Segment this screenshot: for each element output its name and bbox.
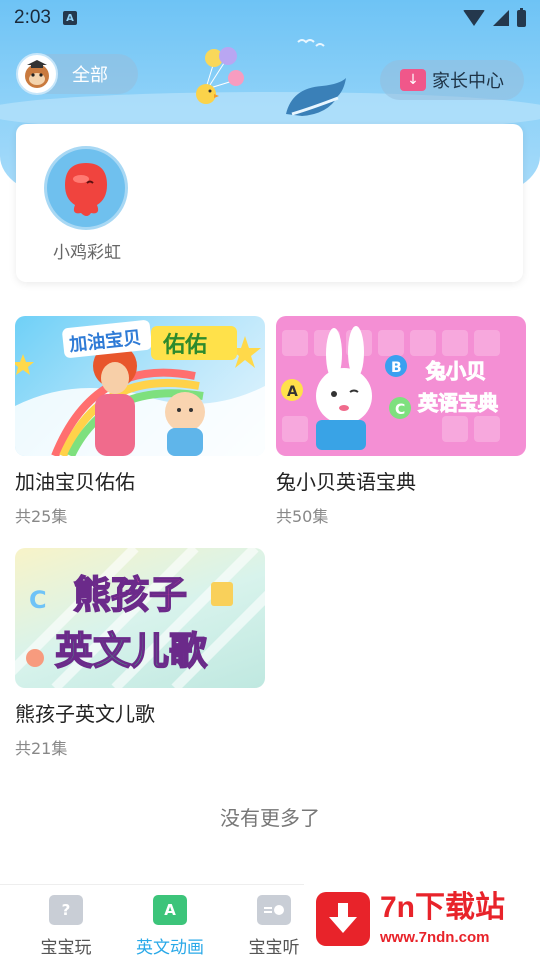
character-item[interactable]: 小鸡彩虹 xyxy=(44,146,130,263)
parent-center-label: 家长中心 xyxy=(432,71,504,92)
svg-text:C: C xyxy=(29,586,47,614)
video-title: 加油宝贝佑佑 xyxy=(15,470,135,494)
download-folder-icon: ↓ xyxy=(400,69,426,91)
episode-count: 共21集 xyxy=(15,739,68,758)
nav-label: 宝宝听 xyxy=(248,938,300,958)
episode-count: 共25集 xyxy=(15,507,68,526)
whale-icon xyxy=(286,78,346,116)
svg-text:B: B xyxy=(391,360,402,376)
thumbnail-title-2: 英文儿歌 xyxy=(55,629,208,673)
no-more-text: 没有更多了 xyxy=(220,806,320,830)
nav-label: 英文动画 xyxy=(136,938,204,958)
video-card[interactable]: C 熊孩子 英文儿歌 熊孩子英文儿歌 共21集 xyxy=(15,548,265,759)
thumbnail-art: C 熊孩子 英文儿歌 xyxy=(15,548,265,688)
episode-count: 共50集 xyxy=(276,507,329,526)
site-watermark: 7n下载站 www.7ndn.com xyxy=(304,878,540,960)
thumbnail-art: A B C 兔小贝 英语宝典 xyxy=(281,326,500,450)
status-bar: 2:03 A xyxy=(0,0,540,36)
nav-label: 宝宝玩 xyxy=(40,938,92,958)
svg-text:C: C xyxy=(395,402,405,418)
video-card[interactable]: A B C 兔小贝 英语宝典 兔小贝英语宝典 共50集 xyxy=(276,316,526,527)
filter-label: 全部 xyxy=(72,65,108,86)
category-filter-button[interactable]: 全部 xyxy=(16,53,138,95)
thumbnail-art: 加油宝贝 佑佑 xyxy=(15,320,265,456)
svg-text:A: A xyxy=(287,384,298,400)
balloons-chick-icon xyxy=(196,47,244,104)
video-thumbnail: C 熊孩子 英文儿歌 xyxy=(15,548,265,688)
chick-character-avatar xyxy=(44,146,128,230)
video-thumbnail: A B C 兔小贝 英语宝典 xyxy=(276,316,526,456)
nav-item-english-cartoon[interactable]: A 英文动画 xyxy=(118,885,222,960)
calendar-icon: ? xyxy=(49,895,83,925)
signal-icon xyxy=(493,10,509,26)
letter-a-icon: A xyxy=(153,895,187,925)
video-title: 熊孩子英文儿歌 xyxy=(15,702,155,726)
video-card[interactable]: 加油宝贝 佑佑 加油宝贝佑佑 共25集 xyxy=(15,316,265,527)
wifi-icon xyxy=(463,10,485,26)
thumbnail-title-1: 熊孩子 xyxy=(73,573,187,617)
character-name: 小鸡彩虹 xyxy=(53,243,121,263)
battery-icon xyxy=(517,7,526,27)
birds-icon xyxy=(297,39,325,47)
radio-icon xyxy=(257,895,291,925)
notification-icon: A xyxy=(62,11,77,25)
thumbnail-title-1: 兔小贝 xyxy=(425,359,486,383)
monkey-avatar-icon xyxy=(16,53,58,95)
thumbnail-title-2: 佑佑 xyxy=(162,332,207,358)
watermark-url: www.7ndn.com xyxy=(380,928,490,946)
character-card: 小鸡彩虹 xyxy=(16,124,523,282)
video-title: 兔小贝英语宝典 xyxy=(276,470,416,494)
watermark-title: 7n下载站 xyxy=(380,890,506,924)
download-arrow-icon xyxy=(316,892,370,946)
status-time: 2:03 xyxy=(14,7,51,28)
video-thumbnail: 加油宝贝 佑佑 xyxy=(15,316,265,456)
nav-item-play[interactable]: ? 宝宝玩 xyxy=(14,885,118,960)
parent-center-button[interactable]: ↓ 家长中心 xyxy=(380,60,524,100)
thumbnail-title-2: 英语宝典 xyxy=(418,391,498,415)
